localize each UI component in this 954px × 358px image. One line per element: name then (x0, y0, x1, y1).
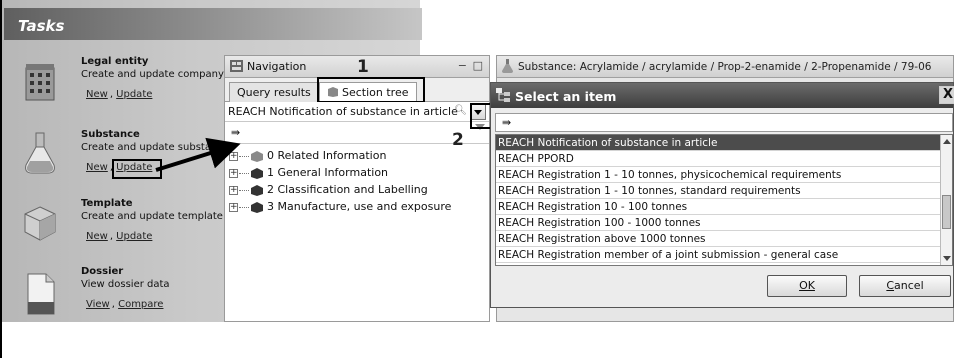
substance-window-title: Substance: Acrylamide / acrylamide / Pro… (518, 61, 932, 73)
expand-icon[interactable]: + (229, 152, 238, 161)
cancel-button[interactable]: Cancel (859, 275, 951, 297)
template-new-link[interactable]: New (86, 231, 108, 242)
dropdown-highlight-box (470, 103, 492, 129)
flask-icon (25, 132, 55, 174)
list-item[interactable]: REACH Registration 1 - 10 tonnes, standa… (496, 183, 952, 199)
tree-node-label: 3 Manufacture, use and exposure (267, 200, 452, 213)
list-item[interactable]: REACH Notification of substance in artic… (496, 135, 952, 151)
tree-node-label: 2 Classification and Labelling (267, 183, 428, 196)
dialog-title: Select an item (515, 89, 617, 104)
list-item[interactable]: REACH Registration 10 - 100 tonnes (496, 199, 952, 215)
tree-filter-row: ⇛ (225, 122, 489, 144)
step-number-1: 1 (357, 57, 369, 77)
navigation-title: Navigation (247, 60, 307, 73)
list-item[interactable]: REACH Registration 100 - 1000 tonnes (496, 215, 952, 231)
tasks-header: Tasks (4, 8, 422, 40)
navigation-window-icon (230, 60, 243, 72)
scroll-thumb[interactable] (942, 195, 951, 229)
book-icon (251, 202, 263, 213)
list-item[interactable]: REACH Registration member of a joint sub… (496, 247, 952, 263)
dialog-filter-input[interactable]: ⇛ (495, 113, 953, 132)
cancel-button-label: Cancel (886, 279, 924, 292)
template-selector[interactable]: REACH Notification of substance in artic… (225, 102, 489, 122)
filter-icon[interactable]: ⇛ (231, 126, 240, 139)
section-tree: + 0 Related Information + 1 General Info… (225, 144, 489, 217)
maximize-button[interactable]: □ (473, 59, 483, 72)
navigation-tabs: Query results Section tree (225, 77, 489, 103)
legal-entity-new-link[interactable]: New (86, 89, 108, 100)
list-item[interactable]: REACH Registration above 1000 tonnes (496, 231, 952, 247)
close-icon[interactable]: X (939, 86, 954, 104)
tree-node[interactable]: + 1 General Information (229, 166, 489, 183)
building-icon (25, 64, 55, 101)
substance-titlebar: Substance: Acrylamide / acrylamide / Pro… (497, 56, 953, 78)
list-scrollbar[interactable] (940, 135, 952, 265)
expand-icon[interactable]: + (229, 186, 238, 195)
step-number-2: 2 (452, 130, 464, 150)
expand-icon[interactable]: + (229, 169, 238, 178)
tasks-border (0, 0, 2, 358)
ok-button-label: OK (799, 279, 815, 292)
task-title: Legal entity (81, 56, 149, 67)
book-icon (251, 185, 263, 196)
expand-icon[interactable]: + (229, 203, 238, 212)
tree-node[interactable]: + 0 Related Information (229, 149, 489, 166)
navigation-panel: Navigation − □ Query results Section tre… (224, 55, 490, 322)
legal-entity-update-link[interactable]: Update (116, 89, 152, 100)
tree-node[interactable]: + 3 Manufacture, use and exposure (229, 200, 489, 217)
dialog-titlebar: Select an item X (491, 83, 954, 108)
dossier-view-link[interactable]: View (86, 299, 110, 310)
task-description: Create and update company (81, 69, 224, 80)
template-selector-value: REACH Notification of substance in artic… (228, 105, 458, 118)
scroll-up-icon[interactable] (943, 139, 951, 144)
template-update-link[interactable]: Update (116, 231, 152, 242)
dialog-tree-icon (496, 88, 510, 102)
tab-query-results[interactable]: Query results (229, 82, 319, 102)
filter-icon: ⇛ (502, 116, 512, 129)
minimize-button[interactable]: − (458, 59, 467, 72)
substance-new-link[interactable]: New (86, 162, 108, 173)
book-icon (251, 151, 263, 162)
task-description: View dossier data (81, 279, 170, 290)
task-title: Substance (81, 129, 140, 140)
tree-node-label: 1 General Information (267, 166, 389, 179)
task-description: Create and update substa (81, 142, 211, 153)
list-item[interactable]: REACH PPORD (496, 151, 952, 167)
scroll-down-icon[interactable] (943, 256, 951, 261)
task-title: Template (81, 198, 133, 209)
cube-icon (24, 206, 56, 241)
search-icon: 🔍︎ (454, 105, 467, 116)
update-highlight-box (112, 159, 162, 179)
list-item[interactable]: REACH Registration 1 - 10 tonnes, physic… (496, 167, 952, 183)
select-item-dialog: Select an item X ⇛ REACH Notification of… (490, 82, 954, 308)
task-title: Dossier (81, 266, 124, 277)
dossier-compare-link[interactable]: Compare (118, 299, 163, 310)
ok-button[interactable]: OK (767, 275, 847, 297)
tree-node-label: 0 Related Information (267, 149, 387, 162)
book-icon (251, 168, 263, 179)
substance-flask-icon (502, 59, 513, 73)
tree-node[interactable]: + 2 Classification and Labelling (229, 183, 489, 200)
item-list: REACH Notification of substance in artic… (495, 134, 953, 266)
tab-label: Query results (237, 86, 311, 99)
section-tree-highlight-box (317, 77, 425, 103)
task-description: Create and update template (81, 211, 223, 222)
document-icon (27, 273, 55, 315)
